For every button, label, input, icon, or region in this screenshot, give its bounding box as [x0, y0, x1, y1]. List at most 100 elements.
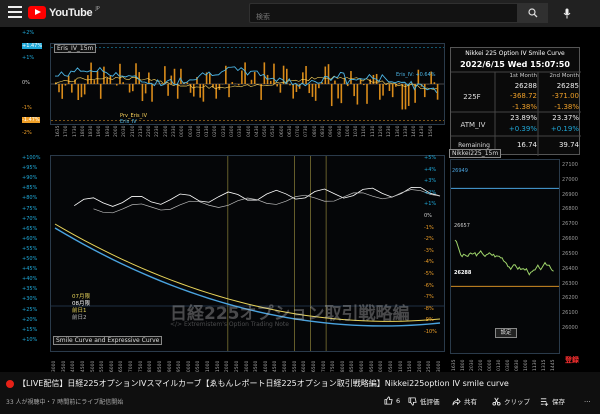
- top-bar: YouTube JP: [0, 0, 600, 27]
- eris-bar: [209, 73, 211, 84]
- nikkei-prev-high-label: 26657: [454, 223, 470, 229]
- eris-bar: [96, 71, 99, 84]
- eris-bar: [433, 82, 436, 84]
- eris-x-tick: 0030: [188, 125, 194, 137]
- smile-left-tick: +90%: [22, 175, 38, 182]
- eris-y-tick: -1%: [22, 105, 32, 111]
- share-button[interactable]: 共有: [452, 396, 477, 406]
- smile-left-tick: +55%: [22, 245, 38, 252]
- eris-bar: [279, 84, 282, 93]
- dislike-label: 低評価: [420, 398, 440, 406]
- youtube-logo[interactable]: YouTube JP: [28, 6, 100, 19]
- eris-bar: [379, 84, 381, 100]
- eris-bar: [61, 84, 64, 99]
- save-button[interactable]: 保存: [540, 396, 565, 406]
- eris-bar: [404, 84, 407, 110]
- smile-left-tick: +30%: [22, 296, 38, 303]
- nikkei-x-tick: 0830: [515, 359, 520, 371]
- eris-x-tick: 1230: [387, 125, 393, 137]
- clip-button[interactable]: クリップ: [492, 396, 530, 406]
- eris-bar: [231, 82, 234, 84]
- voice-search-button[interactable]: [558, 4, 576, 22]
- eris-bar: [144, 84, 147, 94]
- eris-bar: [273, 63, 275, 84]
- eris-bar: [67, 75, 70, 84]
- eris-x-tick: 1800: [80, 125, 86, 137]
- hamburger-menu-icon[interactable]: [8, 6, 22, 20]
- eris-x-tick: 2000: [113, 125, 119, 137]
- smile-left-tick: +50%: [22, 256, 38, 262]
- eris-bar: [180, 68, 182, 84]
- smile-right-tick: 0%: [424, 213, 432, 219]
- iv-info-table: Nikkei 225 Option IV Smile Curve 2022/6/…: [450, 47, 581, 156]
- eris-bar: [369, 79, 372, 84]
- eris-bar: [106, 77, 108, 84]
- eris-bar: [141, 84, 144, 102]
- smile-right-tick: +2%: [424, 189, 437, 196]
- smile-right-tick: -8%: [424, 305, 434, 312]
- eris-bar: [99, 84, 102, 99]
- search-icon: [528, 8, 538, 18]
- eris-bar: [314, 84, 317, 101]
- eris-bar: [305, 65, 307, 84]
- eris-bar: [167, 84, 169, 96]
- smile-left-tick: +85%: [22, 185, 38, 192]
- video-info-bar: 【LIVE配信】日経225オプションIVスマイルカーブ【ゑもんレポート日経225…: [0, 372, 600, 414]
- scissors-icon: [492, 397, 501, 406]
- eris-y-tick: 0%: [22, 80, 30, 86]
- eris-y-tick: +1.47%: [22, 43, 43, 50]
- eris-x-tick: 2230: [155, 125, 161, 137]
- search-input[interactable]: [250, 8, 517, 26]
- nikkei-x-tick: 1635: [452, 359, 457, 371]
- eris-bar: [359, 79, 362, 84]
- eris-x-tick: 0500: [263, 125, 269, 137]
- smile-left-tick: +80%: [22, 195, 38, 202]
- search-box[interactable]: [249, 3, 518, 26]
- watermark-subtitle: </> Extremistem's Option Trading Note: [170, 321, 289, 328]
- more-actions-button[interactable]: …: [584, 396, 591, 404]
- eris-bar: [295, 84, 298, 92]
- video-player[interactable]: Eris_IV_15m +2% +1.47% +1% 0% -1% -1.47% -2% 1…: [0, 27, 600, 375]
- eris-bar: [58, 84, 60, 93]
- eris-bar: [337, 84, 339, 99]
- smile-left-tick: +40%: [22, 276, 38, 283]
- smile-right-tick: -5%: [424, 271, 434, 277]
- dislike-button[interactable]: 低評価: [408, 396, 440, 406]
- nikkei-x-tick: 1800: [461, 359, 466, 371]
- nikkei-x-tick: 2030: [470, 359, 475, 371]
- eris-x-tick: 1500: [428, 125, 434, 137]
- eris-bar: [241, 70, 243, 84]
- smile-right-tick: -7%: [424, 294, 434, 301]
- subscribe-watermark[interactable]: 登録: [565, 355, 579, 365]
- nikkei-settings-button[interactable]: 設定: [495, 328, 517, 338]
- eris-bar: [250, 79, 253, 84]
- eris-iv-panel: [50, 43, 445, 125]
- smile-right-tick: -9%: [424, 317, 434, 324]
- search-button[interactable]: [518, 3, 548, 23]
- nikkei-x-tick: 2200: [479, 359, 484, 371]
- eris-bar: [330, 84, 333, 107]
- youtube-play-icon: [28, 6, 46, 19]
- eris-bar: [109, 75, 112, 84]
- eris-x-tick: 2130: [138, 125, 144, 137]
- eris-bar: [269, 80, 272, 84]
- eris-bar: [148, 72, 150, 84]
- nikkei-y-tick: 26400: [562, 265, 578, 272]
- smile-left-tick: +75%: [22, 205, 38, 212]
- eris-bar: [334, 80, 336, 84]
- eris-legend-current: Eris_IV: [120, 119, 137, 125]
- smile-left-tick: +45%: [22, 266, 38, 273]
- nikkei-panel: [450, 159, 560, 354]
- eris-y-tick: +1%: [22, 55, 35, 61]
- eris-x-tick: 0000: [180, 125, 186, 137]
- eris-bar: [318, 84, 320, 89]
- like-button[interactable]: 6: [384, 396, 400, 405]
- playlist-add-icon: [540, 397, 549, 406]
- eris-x-tick: 2200: [147, 125, 153, 137]
- smile-left-tick: +10%: [22, 336, 38, 343]
- nikkei-y-tick: 26000: [562, 325, 578, 331]
- country-code: JP: [95, 5, 100, 12]
- eris-x-tick: 1300: [395, 125, 401, 137]
- smile-right-tick: -2%: [424, 236, 434, 243]
- eris-bar: [237, 84, 240, 86]
